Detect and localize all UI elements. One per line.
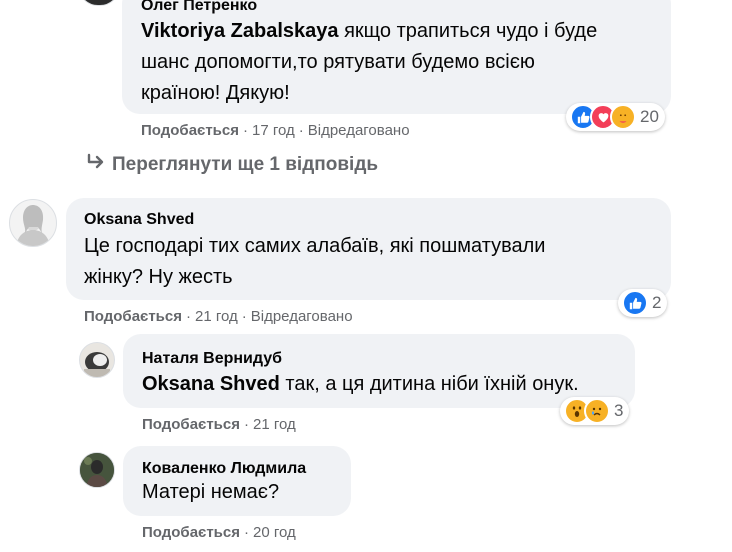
comment-text-line: Матері немає? — [142, 481, 280, 503]
timestamp[interactable]: 21 год — [253, 416, 296, 433]
reaction-summary[interactable]: 20 — [566, 103, 665, 131]
comment-text-line: шанс допомогти,то рятувати будемо всією — [141, 51, 535, 73]
edited-label: Відредаговано — [250, 308, 353, 325]
comment-author[interactable]: Коваленко Людмила — [142, 460, 306, 478]
comment-text-line: Це господарі тих самих алабаїв, які пошм… — [84, 235, 546, 257]
comment-text-line: жінку? Ну жесть — [84, 266, 233, 288]
like-button[interactable]: Подобається — [142, 524, 240, 541]
comment-text: Oksana Shved так, а ця дитина ніби їхній… — [142, 369, 632, 400]
reaction-summary[interactable]: 2 — [618, 289, 668, 317]
comment-actions: Подобається · 17 год · Відредаговано — [141, 122, 410, 139]
view-more-replies-link[interactable]: Переглянути ще 1 відповідь — [86, 153, 378, 177]
comment-text-line: так, а ця дитина ніби їхній онук. — [279, 373, 579, 395]
comment-text-line: якщо трапиться чудо і буде — [338, 20, 598, 42]
timestamp[interactable]: 21 год — [195, 308, 238, 325]
comment-actions: Подобається · 21 год — [142, 416, 296, 433]
comment-text-line: країною! Дякую! — [141, 82, 290, 104]
like-button[interactable]: Подобається — [141, 122, 239, 139]
reaction-count: 2 — [652, 293, 662, 312]
comment-text: Матері немає? — [142, 477, 342, 508]
comment-author[interactable]: Наталя Вернидуб — [142, 350, 282, 368]
mention-link[interactable]: Viktoriya Zabalskaya — [141, 20, 339, 42]
like-reaction-icon — [622, 290, 648, 316]
reaction-summary[interactable]: 3 — [560, 397, 630, 425]
avatar[interactable] — [79, 342, 115, 378]
edited-label: Відредаговано — [307, 122, 410, 139]
comment-text: Viktoriya Zabalskaya якщо трапиться чудо… — [141, 16, 661, 109]
comment-actions: Подобається · 20 год — [142, 524, 296, 541]
avatar[interactable] — [79, 452, 115, 488]
timestamp[interactable]: 20 год — [253, 524, 296, 541]
comment-author[interactable]: Олег Петренко — [141, 0, 257, 15]
comment-author[interactable]: Oksana Shved — [84, 211, 194, 229]
like-button[interactable]: Подобається — [84, 308, 182, 325]
reply-arrow-icon — [86, 153, 106, 177]
comment-text: Це господарі тих самих алабаїв, які пошм… — [84, 231, 664, 293]
avatar[interactable] — [9, 199, 57, 247]
reaction-count: 3 — [614, 401, 624, 420]
timestamp[interactable]: 17 год — [252, 122, 295, 139]
mention-link[interactable]: Oksana Shved — [142, 373, 280, 395]
avatar[interactable] — [78, 0, 120, 6]
sad-reaction-icon — [584, 398, 610, 424]
view-more-replies-label: Переглянути ще 1 відповідь — [112, 154, 379, 176]
like-button[interactable]: Подобається — [142, 416, 240, 433]
care-reaction-icon — [610, 104, 636, 130]
comment-actions: Подобається · 21 год · Відредаговано — [84, 308, 353, 325]
reaction-count: 20 — [640, 107, 659, 126]
